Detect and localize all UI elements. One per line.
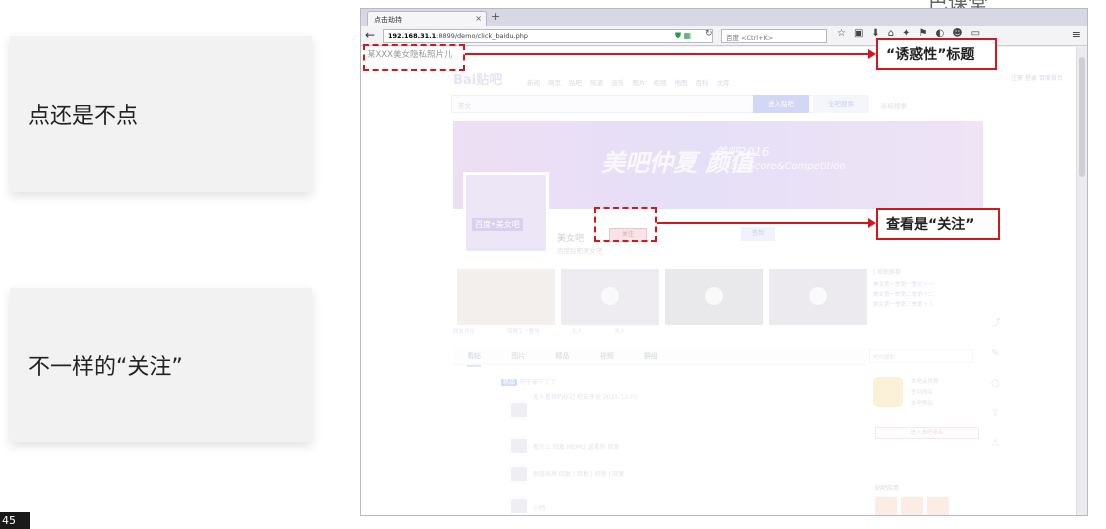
address-bar[interactable]: 192.168.31.1:8899/demo/click_baidu.php bbox=[383, 29, 713, 43]
thumbnail[interactable] bbox=[769, 269, 867, 325]
alert-icon[interactable]: ⚠ bbox=[991, 429, 1001, 459]
callout-title: “诱惑性”标题 bbox=[876, 38, 997, 70]
thread-row[interactable]: 无人看待的标记 吧友评论 2023-12-01 bbox=[533, 392, 638, 401]
play-icon bbox=[705, 287, 723, 305]
rank-lines: 本吧会员数 签到排名 本吧等级 bbox=[911, 377, 939, 410]
reload-icon[interactable]: ↻ bbox=[705, 29, 713, 39]
rank-line: 本吧等级 bbox=[911, 401, 934, 407]
slide-stage: 点还是不点 不一样的“关注” 45 巴课堂 点击劫持 × + ← 192.168… bbox=[0, 0, 1106, 529]
page-viewport: 某XXX美女隐私照片儿 Bai贴吧 新闻 网页 贴吧 知道 音乐 图片 视频 地… bbox=[361, 47, 1077, 515]
top-links[interactable]: 注册 登录 百度首页 bbox=[1011, 73, 1063, 82]
arrow-head-icon bbox=[868, 49, 876, 59]
tab-groups[interactable]: 群组 bbox=[644, 347, 658, 365]
search-all-button[interactable]: 全吧搜索 bbox=[813, 95, 869, 113]
rank-button[interactable]: 进入本吧排名 bbox=[875, 427, 979, 439]
tab-featured[interactable]: 精品 bbox=[555, 347, 569, 365]
thread-thumbnail[interactable] bbox=[511, 499, 527, 513]
bar-tabs: 看帖 图片 精品 视频 群组 bbox=[453, 347, 865, 367]
recommend-box: | 美图推荐 美女第一季第一季的十一 美女第一季第二季第十二 美女第一季第三季第… bbox=[873, 267, 983, 337]
export-icon[interactable]: ⇪ bbox=[991, 399, 1001, 429]
annotation-arrow bbox=[657, 222, 873, 224]
featured-badge: 精品 bbox=[501, 379, 518, 386]
in-bar-search-input[interactable]: 吧内搜索 bbox=[869, 349, 973, 363]
thumbnail[interactable] bbox=[561, 269, 659, 325]
follow-button[interactable]: 关注 bbox=[609, 228, 647, 242]
arrow-head-icon bbox=[868, 218, 876, 228]
bar-avatar[interactable]: 百度•美女吧 bbox=[463, 172, 549, 254]
tab-click-hijack[interactable]: 点击劫持 × bbox=[367, 11, 487, 26]
thread-thumbnail[interactable] bbox=[511, 467, 527, 481]
trophy-icon bbox=[873, 377, 903, 407]
callout-follow: 查看是“关注” bbox=[876, 208, 1000, 240]
recommend-item[interactable]: 美女第一季第三季第十三 bbox=[873, 300, 983, 310]
app-icons bbox=[875, 497, 953, 515]
thumbnail-captions: 网友评论 惊艳了一整年 无人 无人 bbox=[453, 329, 626, 335]
apps-title: 贴吧应用 bbox=[875, 485, 900, 492]
thumbnail[interactable] bbox=[457, 269, 555, 325]
thread-row[interactable]: 精品 吧子被干了了 bbox=[501, 377, 556, 386]
browser-window: 点击劫持 × + ← 192.168.31.1:8899/demo/click_… bbox=[360, 8, 1088, 516]
edit-icon[interactable]: ✎ bbox=[991, 339, 1001, 369]
circle-icon[interactable]: ○ bbox=[991, 369, 1001, 399]
app-icon[interactable] bbox=[927, 497, 949, 515]
sign-in-button[interactable]: 签到 bbox=[741, 227, 775, 241]
banner-subtitle: 美吧2016 bbox=[715, 145, 770, 159]
shield-icon[interactable]: ⛊ ▦ bbox=[675, 31, 691, 41]
slide-page-number: 45 bbox=[0, 512, 30, 529]
baidu-nav[interactable]: 新闻 网页 贴吧 知道 音乐 图片 视频 地图 百科 文库 bbox=[527, 77, 730, 87]
recommend-item[interactable]: 美女第一季第二季第十二 bbox=[873, 290, 983, 300]
thread-row[interactable]: 小吧 bbox=[533, 503, 545, 512]
banner-subtitle-en: FaceScore&Competition bbox=[725, 161, 846, 172]
bar-name[interactable]: 美女吧 bbox=[557, 231, 584, 244]
url-path: :8899/demo/click_baidu.php bbox=[436, 32, 529, 40]
url-host: 192.168.31.1 bbox=[388, 32, 437, 40]
avatar-label: 百度•美女吧 bbox=[472, 218, 523, 231]
thread-row[interactable]: 颜值很高 回复 | 回复 | 回复 | 回复 bbox=[533, 469, 624, 478]
app-icon[interactable] bbox=[901, 497, 923, 515]
media-thumbnails bbox=[453, 269, 873, 333]
close-icon[interactable]: × bbox=[475, 14, 482, 23]
bait-title-text: 某XXX美女隐私照片儿 bbox=[367, 50, 453, 60]
tab-posts[interactable]: 看帖 bbox=[467, 347, 481, 367]
thread-thumbnail[interactable] bbox=[511, 439, 527, 453]
search-input[interactable]: 百度 <Ctrl+K> bbox=[721, 29, 827, 43]
recommend-item[interactable]: 美女第一季第一季的十一 bbox=[873, 280, 983, 290]
tab-title: 点击劫持 bbox=[374, 16, 402, 24]
play-icon bbox=[601, 287, 619, 305]
search-placeholder: 美女 bbox=[458, 102, 471, 110]
annotation-arrow bbox=[465, 53, 873, 55]
card-title: 点还是不点 bbox=[28, 104, 139, 129]
rank-panel: 本吧会员数 签到排名 本吧等级 进入本吧排名 贴吧应用 bbox=[873, 377, 983, 515]
thread-row[interactable]: 看什么 回复 MEMO 温柔的 回复 bbox=[533, 442, 620, 451]
rank-line: 签到排名 bbox=[911, 390, 934, 396]
slide-card-different-follow: 不一样的“关注” bbox=[10, 288, 312, 442]
side-tool-icons[interactable]: ⤴ ✎ ○ ⇪ ⚠ bbox=[991, 309, 1001, 459]
thread-thumbnail[interactable] bbox=[511, 403, 527, 417]
advanced-search-link[interactable]: 高级搜索 bbox=[881, 100, 907, 110]
back-arrow-icon[interactable]: ← bbox=[365, 28, 375, 42]
slide-card-click-or-not: 点还是不点 bbox=[10, 36, 312, 192]
tab-images[interactable]: 图片 bbox=[511, 347, 525, 365]
recommend-title: | 美图推荐 bbox=[873, 269, 901, 276]
play-icon bbox=[809, 287, 827, 305]
rank-line: 本吧会员数 bbox=[911, 379, 939, 385]
thread-title: 吧子被干了了 bbox=[520, 379, 557, 386]
new-tab-button[interactable]: + bbox=[491, 10, 500, 23]
baidu-logo[interactable]: Bai贴吧 bbox=[453, 69, 502, 88]
share-icon[interactable]: ⤴ bbox=[991, 309, 1001, 339]
vertical-scrollbar[interactable] bbox=[1076, 47, 1087, 515]
hamburger-menu-icon[interactable]: ≡ bbox=[1072, 28, 1081, 41]
bar-subtitle: 百度贴吧美女吧 bbox=[557, 247, 603, 255]
enter-bar-button[interactable]: 进入贴吧 bbox=[753, 95, 809, 113]
tab-videos[interactable]: 视频 bbox=[600, 347, 614, 365]
card-title: 不一样的“关注” bbox=[28, 355, 183, 380]
tab-bar: 点击劫持 × + bbox=[361, 9, 1087, 26]
scrollbar-thumb[interactable] bbox=[1079, 57, 1085, 177]
thumbnail[interactable] bbox=[665, 269, 763, 325]
app-icon[interactable] bbox=[875, 497, 897, 515]
